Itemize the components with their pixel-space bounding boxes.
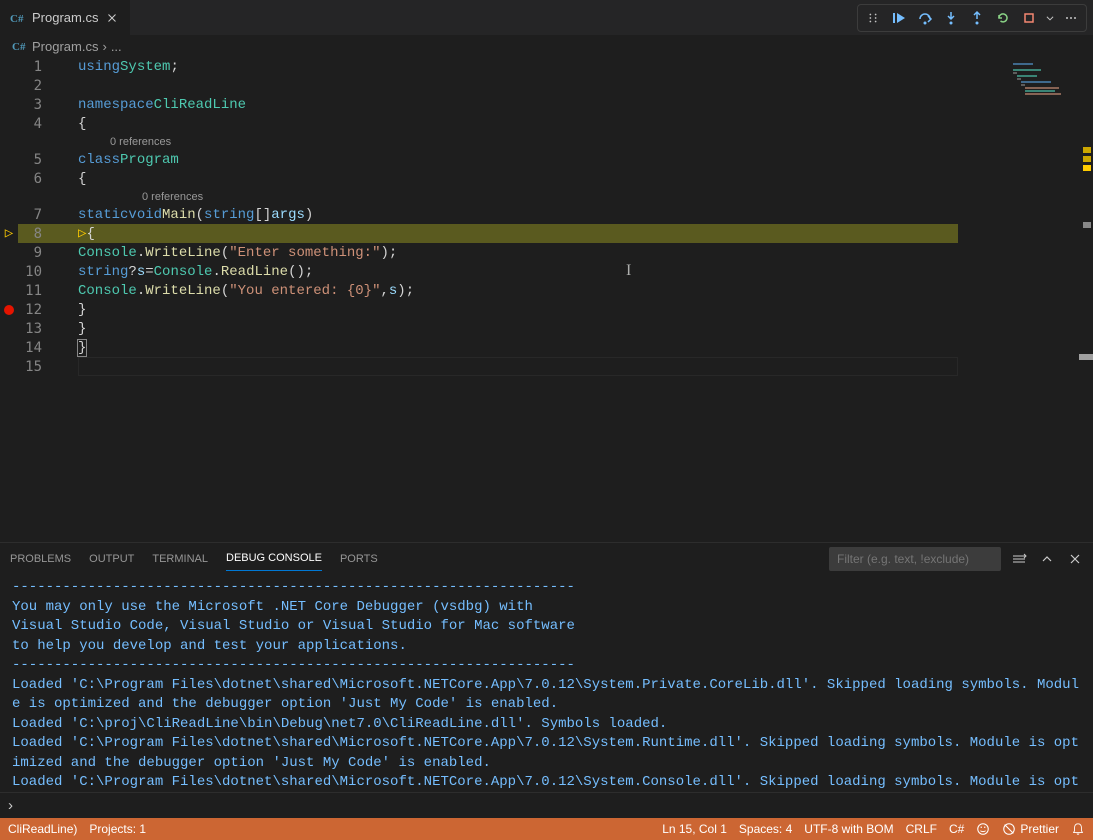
breadcrumb-trail: ... [111,39,122,54]
codelens[interactable]: 0 references [78,133,959,150]
csharp-file-icon: C# [10,10,26,26]
line-number: 6 [18,171,60,187]
text-cursor: I [626,262,631,280]
line-number: 4 [18,116,60,132]
line-number: 8 [18,226,60,242]
console-line: You may only use the Microsoft .NET Core… [12,598,1081,618]
restart-icon[interactable] [992,7,1014,29]
line-number: 2 [18,78,60,94]
execution-pointer-inline-icon: ▷ [78,225,86,242]
tab-ports[interactable]: PORTS [340,547,378,571]
line-number: 5 [18,152,60,168]
tab-terminal[interactable]: TERMINAL [152,547,208,571]
prompt-chevron-icon: › [8,797,13,814]
debug-console-body[interactable]: ----------------------------------------… [0,574,1093,792]
status-eol[interactable]: CRLF [906,822,937,836]
line-number: 1 [18,59,60,75]
status-ln-col[interactable]: Ln 15, Col 1 [662,822,727,836]
panel-tab-bar: PROBLEMS OUTPUT TERMINAL DEBUG CONSOLE P… [0,543,1093,574]
step-into-icon[interactable] [940,7,962,29]
line-number: 14 [18,340,60,356]
status-debug-target[interactable]: CliReadLine) [8,822,77,836]
console-line: Loaded 'C:\proj\CliReadLine\bin\Debug\ne… [12,715,1081,735]
execution-pointer-icon: ▷ [5,225,13,242]
console-line: to help you develop and test your applic… [12,637,1081,657]
line-number: 13 [18,321,60,337]
line-number: 3 [18,97,60,113]
drag-handle-icon[interactable] [862,7,884,29]
minimap[interactable] [959,57,1079,542]
tab-problems[interactable]: PROBLEMS [10,547,71,571]
step-out-icon[interactable] [966,7,988,29]
cursor [78,359,79,375]
annotation-marker [1083,147,1091,153]
breakpoint-icon[interactable] [4,305,14,315]
step-over-icon[interactable] [914,7,936,29]
tab-debug-console[interactable]: DEBUG CONSOLE [226,546,322,571]
annotation-marker [1083,222,1091,228]
code-area[interactable]: using System; namespace CliReadLine { 0 … [78,57,959,542]
filter-input[interactable] [829,547,1001,571]
status-bar: CliReadLine) Projects: 1 Ln 15, Col 1 Sp… [0,818,1093,840]
codelens[interactable]: 0 references [78,188,959,205]
line-number: 10 [18,264,60,280]
breadcrumb[interactable]: C# Program.cs › ... [0,35,1093,57]
editor[interactable]: ▷ 1 2 3 4 5 6 7 8 9 10 11 12 13 14 15 us… [0,57,1093,542]
tab-label: Program.cs [32,10,98,25]
breadcrumb-separator: › [102,39,106,54]
line-number-gutter[interactable]: 1 2 3 4 5 6 7 8 9 10 11 12 13 14 15 [18,57,78,542]
status-language[interactable]: C# [949,822,964,836]
minimap-preview [1013,63,1063,93]
console-line: Loaded 'C:\Program Files\dotnet\shared\M… [12,676,1081,715]
console-line: Visual Studio Code, Visual Studio or Vis… [12,617,1081,637]
continue-icon[interactable] [888,7,910,29]
annotation-marker [1079,354,1093,360]
console-line: ----------------------------------------… [12,656,1081,676]
more-icon[interactable] [1060,7,1082,29]
overview-ruler[interactable] [1079,57,1093,542]
line-number: 12 [18,302,60,318]
console-line: ----------------------------------------… [12,578,1081,598]
debug-console-input[interactable]: › [0,792,1093,818]
annotation-marker [1083,165,1091,171]
stop-icon[interactable] [1018,7,1040,29]
tab-program-cs[interactable]: C# Program.cs [0,0,131,35]
status-spaces[interactable]: Spaces: 4 [739,822,792,836]
breadcrumb-file: Program.cs [32,39,98,54]
close-panel-icon[interactable] [1065,549,1085,569]
debug-toolbar [857,4,1087,32]
status-encoding[interactable]: UTF-8 with BOM [804,822,893,836]
line-number: 9 [18,245,60,261]
glyph-margin[interactable]: ▷ [0,57,18,542]
svg-text:C#: C# [10,13,24,25]
line-number: 15 [18,359,60,375]
close-icon[interactable] [104,10,120,26]
line-number: 7 [18,207,60,223]
console-line: Loaded 'C:\Program Files\dotnet\shared\M… [12,734,1081,773]
status-prettier[interactable]: Prettier [1002,822,1059,836]
maximize-panel-icon[interactable] [1037,549,1057,569]
panel: PROBLEMS OUTPUT TERMINAL DEBUG CONSOLE P… [0,542,1093,818]
line-number: 11 [18,283,60,299]
tab-output[interactable]: OUTPUT [89,547,134,571]
tab-bar: C# Program.cs [0,0,1093,35]
status-feedback-icon[interactable] [976,822,990,836]
clear-console-icon[interactable] [1009,549,1029,569]
status-projects[interactable]: Projects: 1 [89,822,146,836]
status-notifications-icon[interactable] [1071,822,1085,836]
svg-text:C#: C# [12,41,26,53]
annotation-marker [1083,156,1091,162]
chevron-down-icon[interactable] [1044,7,1056,29]
csharp-file-icon: C# [12,38,28,54]
console-line: Loaded 'C:\Program Files\dotnet\shared\M… [12,773,1081,792]
